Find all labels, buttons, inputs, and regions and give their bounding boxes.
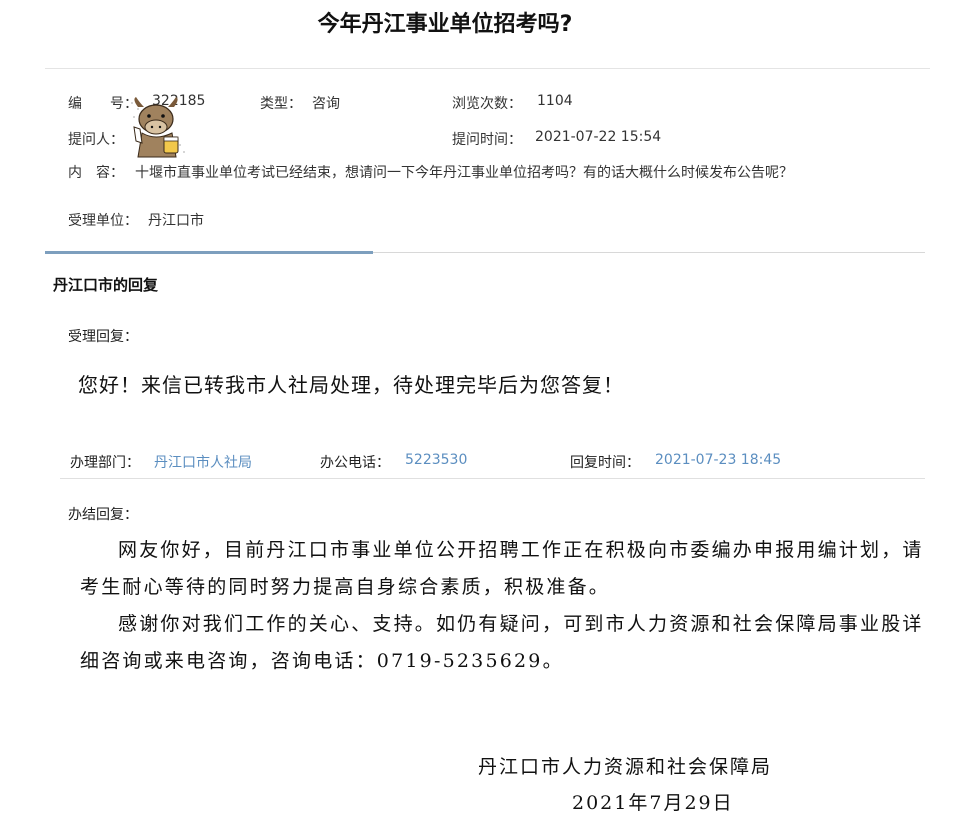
final-label: 办结回复： (68, 507, 138, 523)
dept-label: 办理部门： (70, 455, 140, 471)
signature-org: 丹江口市人力资源和社会保障局 (478, 756, 773, 778)
reply-time-value: 2021-07-23 18:45 (655, 452, 782, 468)
phone-value: 5223530 (405, 452, 468, 468)
signature-date: 2021年7月29日 (572, 792, 734, 814)
asked-time-label: 提问时间： (452, 132, 522, 148)
type-label: 类型： (260, 96, 302, 112)
reply-tab-active-indicator (45, 251, 373, 254)
content-value: 十堰市直事业单位考试已经结束，想请问一下今年丹江事业单位招考吗？有的话大概什么时… (135, 165, 793, 181)
dept-value[interactable]: 丹江口市人社局 (154, 452, 252, 472)
reply-header: 丹江口市的回复 (53, 276, 159, 294)
final-paragraph-1: 网友你好，目前丹江口市事业单位公开招聘工作正在积极向市委编办申报用编计划，请考生… (80, 539, 924, 598)
reply-time-label: 回复时间： (570, 455, 640, 471)
type-value: 咨询 (312, 96, 340, 112)
unit-value: 丹江口市 (148, 213, 204, 229)
asker-avatar (131, 97, 185, 158)
asked-time-value: 2021-07-22 15:54 (535, 129, 662, 145)
views-value: 1104 (537, 93, 573, 109)
accept-label: 受理回复： (68, 329, 138, 345)
views-label: 浏览次数： (452, 96, 522, 112)
content-label: 内 容： (68, 165, 124, 181)
accept-text: 您好！来信已转我市人社局处理，待处理完毕后为您答复！ (78, 373, 624, 397)
title-divider (45, 68, 930, 69)
page-title: 今年丹江事业单位招考吗? (317, 12, 573, 37)
unit-label: 受理单位： (68, 213, 138, 229)
reply-divider (60, 478, 925, 479)
final-paragraph-2: 感谢你对我们工作的关心、支持。如仍有疑问，可到市人力资源和社会保障局事业股详细咨… (80, 613, 924, 672)
phone-label: 办公电话： (320, 455, 390, 471)
asker-label: 提问人： (68, 132, 124, 148)
